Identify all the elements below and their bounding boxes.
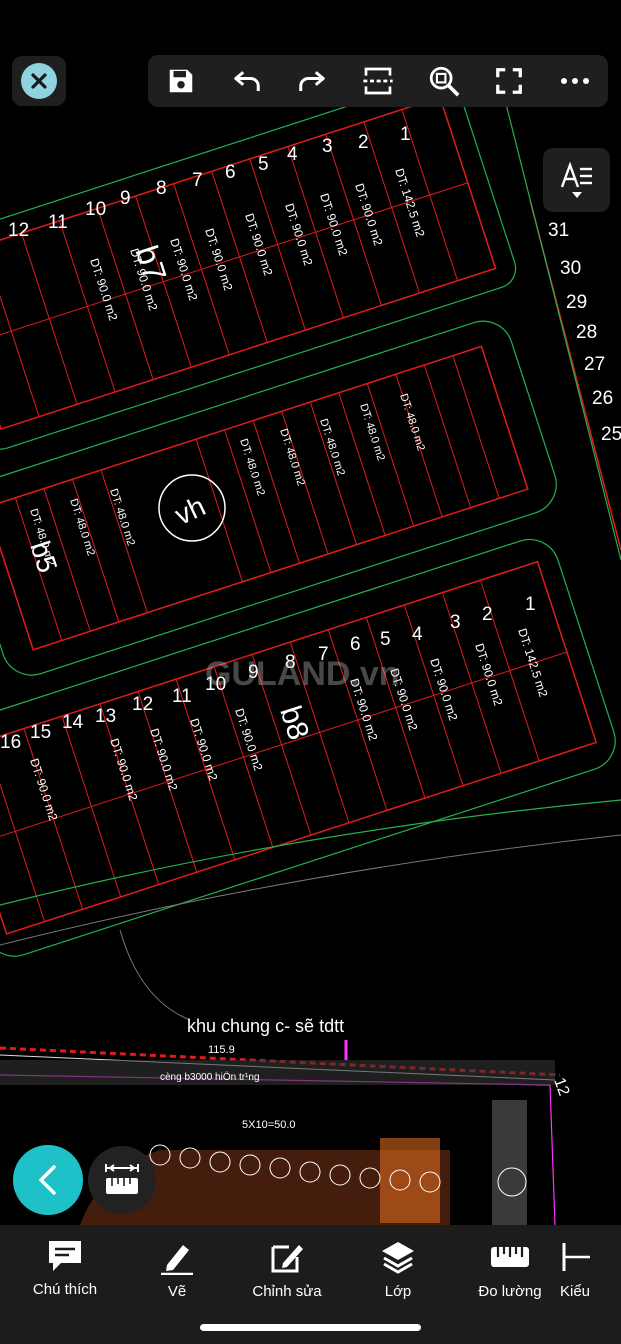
save-icon [169, 69, 193, 93]
text-style-button[interactable] [543, 148, 610, 212]
close-icon [21, 63, 57, 99]
svg-text:4: 4 [287, 144, 298, 165]
chevron-down-icon [571, 192, 582, 198]
svg-text:14: 14 [62, 712, 84, 733]
zoom-extents-icon [429, 66, 460, 97]
redo-icon [299, 71, 325, 91]
cad-drawing-canvas[interactable]: 123 456 789 101112 DT: 90.0 m2 DT: 90.0 … [0, 0, 621, 1225]
svg-text:8: 8 [156, 178, 167, 199]
svg-text:2: 2 [482, 604, 493, 625]
svg-text:9: 9 [120, 188, 131, 209]
fit-width-icon [363, 67, 393, 95]
svg-text:30: 30 [560, 258, 581, 279]
fullscreen-button[interactable] [483, 55, 535, 107]
svg-text:3: 3 [450, 612, 461, 633]
edit-icon [271, 1245, 303, 1273]
svg-text:31: 31 [548, 220, 569, 241]
nav-measure-label: Đo lường [478, 1283, 542, 1300]
svg-text:cèng b3000 hiÖn tr¹ng: cèng b3000 hiÖn tr¹ng [160, 1071, 260, 1083]
pencil-icon [161, 1245, 193, 1275]
svg-text:1: 1 [400, 124, 411, 145]
svg-text:10: 10 [85, 199, 106, 220]
svg-text:7: 7 [192, 170, 203, 191]
svg-text:115.9: 115.9 [208, 1044, 235, 1056]
ruler-icon [491, 1247, 529, 1267]
comment-icon [49, 1241, 81, 1271]
svg-text:12: 12 [132, 694, 153, 715]
nav-style[interactable]: Kiểu [560, 1239, 620, 1300]
nav-draw-label: Vẽ [167, 1283, 187, 1300]
measure-tool-button[interactable] [88, 1146, 156, 1214]
svg-text:28: 28 [576, 322, 597, 343]
svg-text:5: 5 [258, 154, 269, 175]
svg-text:29: 29 [566, 292, 587, 313]
svg-text:11: 11 [48, 212, 68, 233]
top-toolbar [148, 55, 608, 107]
svg-text:6: 6 [225, 162, 236, 183]
nav-layers[interactable]: Lớp [343, 1239, 453, 1300]
svg-text:15: 15 [30, 722, 51, 743]
nav-edit-label: Chỉnh sửa [252, 1283, 322, 1300]
fullscreen-icon [496, 68, 523, 94]
more-icon [561, 78, 590, 84]
ruler-icon [105, 1164, 139, 1194]
nav-layers-label: Lớp [384, 1283, 412, 1300]
chevron-left-icon [39, 1165, 56, 1195]
close-button[interactable] [12, 56, 66, 106]
undo-button[interactable] [221, 55, 273, 107]
svg-text:13: 13 [95, 706, 116, 727]
back-button[interactable] [13, 1145, 83, 1215]
nav-draw[interactable]: Vẽ [122, 1239, 232, 1300]
zoom-extents-button[interactable] [418, 55, 470, 107]
svg-text:25: 25 [601, 424, 621, 445]
svg-text:11: 11 [172, 686, 192, 707]
undo-icon [233, 71, 260, 91]
nav-measure[interactable]: Đo lường [455, 1239, 565, 1300]
layers-icon [382, 1242, 414, 1274]
nav-style-label: Kiểu [560, 1283, 591, 1300]
home-indicator [200, 1324, 421, 1331]
more-button[interactable] [549, 55, 601, 107]
svg-text:16: 16 [0, 732, 21, 753]
svg-text:27: 27 [584, 354, 605, 375]
redo-button[interactable] [286, 55, 338, 107]
fit-width-button[interactable] [352, 55, 404, 107]
nav-comment-label: Chú thích [32, 1281, 98, 1298]
nav-comment[interactable]: Chú thích [10, 1239, 120, 1298]
svg-text:26: 26 [592, 388, 613, 409]
watermark: GULAND.vn [205, 655, 400, 693]
nav-edit[interactable]: Chỉnh sửa [232, 1239, 342, 1300]
svg-text:5X10=50.0: 5X10=50.0 [242, 1119, 296, 1131]
svg-text:1: 1 [525, 594, 536, 615]
dimension-style-icon [562, 1243, 590, 1271]
svg-text:6: 6 [350, 634, 361, 655]
svg-text:4: 4 [412, 624, 423, 645]
save-button[interactable] [155, 55, 207, 107]
svg-text:2: 2 [358, 132, 369, 153]
text-style-icon [560, 161, 592, 188]
area-title: khu chung c- sẽ tdtt [187, 1016, 344, 1036]
svg-text:3: 3 [322, 136, 333, 157]
svg-text:12: 12 [8, 220, 29, 241]
svg-text:5: 5 [380, 629, 391, 650]
